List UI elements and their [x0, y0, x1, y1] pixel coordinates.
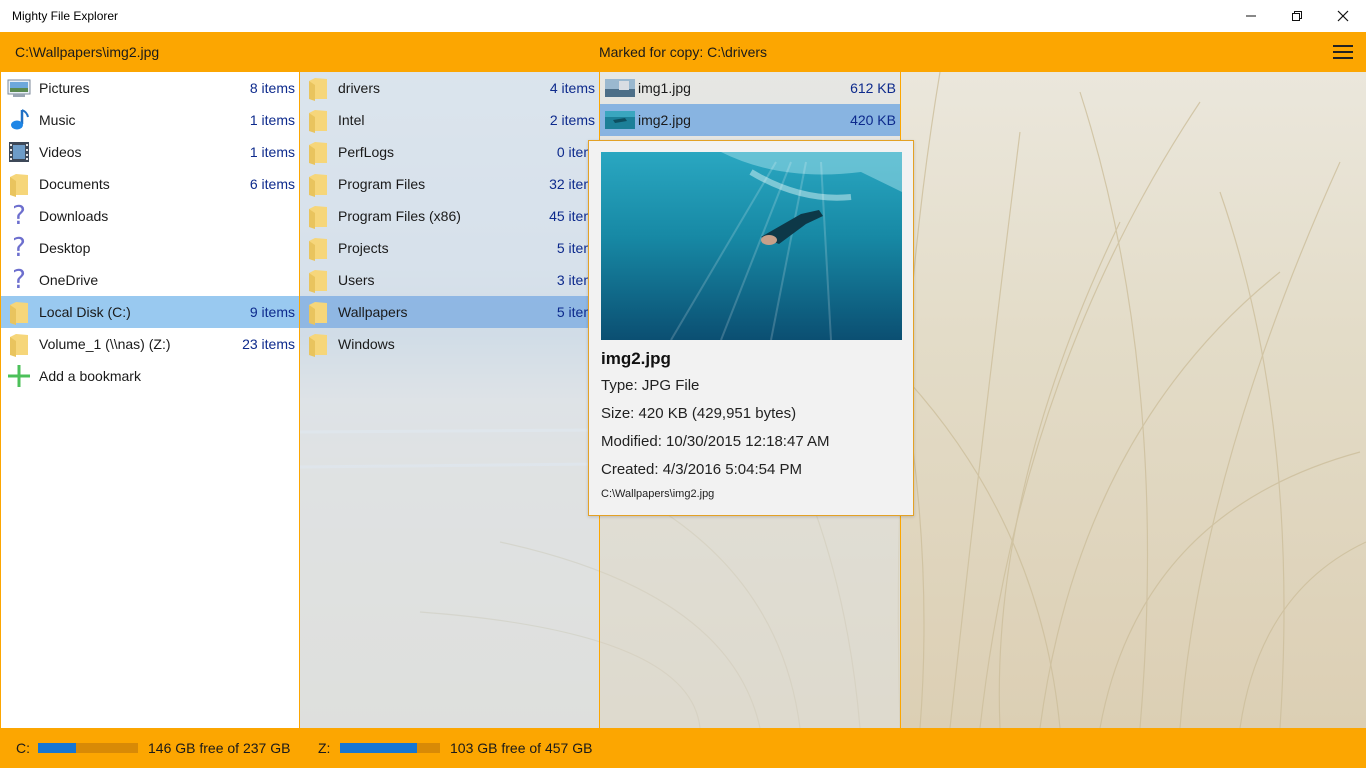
popup-file-name: img2.jpg — [601, 349, 671, 368]
music-icon — [6, 108, 32, 132]
folder-icon — [305, 300, 331, 325]
folder-item-windows[interactable]: Windows — [300, 328, 599, 360]
current-path: C:\Wallpapers\img2.jpg — [15, 44, 160, 60]
popup-created-date: Created: 4/3/2016 5:04:54 PM — [601, 461, 802, 478]
title-bar: Mighty File Explorer — [0, 0, 1366, 32]
question-icon: ? — [12, 201, 26, 231]
bookmark-item-documents[interactable]: Documents 6 items — [1, 168, 299, 200]
bookmark-item-pictures[interactable]: Pictures 8 items — [1, 72, 299, 104]
folder-icon — [6, 172, 32, 197]
folder-icon — [305, 76, 331, 101]
drive-label-z: Z: — [318, 740, 331, 756]
question-icon: ? — [12, 265, 26, 295]
folder-item-users[interactable]: Users 3 item — [300, 264, 599, 296]
folder-item-projects[interactable]: Projects 5 item — [300, 232, 599, 264]
drive-free-text-z: 103 GB free of 457 GB — [450, 740, 593, 756]
bookmarks-panel: Pictures 8 items Music 1 items Videos 1 … — [0, 72, 300, 728]
bookmark-item-videos[interactable]: Videos 1 items — [1, 136, 299, 168]
file-item-img2[interactable]: img2.jpg 420 KB — [600, 104, 900, 136]
drive-usage-bar-z — [340, 743, 440, 753]
image-thumbnail — [605, 79, 635, 97]
folder-icon — [305, 332, 331, 357]
folder-icon — [305, 236, 331, 261]
status-bar: C: 146 GB free of 237 GB Z: 103 GB free … — [0, 728, 1366, 768]
folder-icon — [305, 268, 331, 293]
file-item-img1[interactable]: img1.jpg 612 KB — [600, 72, 900, 104]
app-title: Mighty File Explorer — [12, 9, 119, 23]
folder-item-wallpapers[interactable]: Wallpapers 5 item — [300, 296, 599, 328]
popup-file-path: C:\Wallpapers\img2.jpg — [601, 488, 715, 500]
folder-item-drivers[interactable]: drivers 4 items — [300, 72, 599, 104]
header-bar: C:\Wallpapers\img2.jpg Marked for copy: … — [0, 32, 1366, 72]
restore-icon — [1292, 11, 1302, 21]
popup-file-size: Size: 420 KB (429,951 bytes) — [601, 405, 797, 422]
folder-icon — [305, 140, 331, 165]
bookmark-item-volume-1-z[interactable]: Volume_1 (\\nas) (Z:) 23 items — [1, 328, 299, 360]
bookmark-item-local-disk-c[interactable]: Local Disk (C:) 9 items — [1, 296, 299, 328]
marked-for-copy-status: Marked for copy: C:\drivers — [598, 44, 768, 60]
drive-label-c: C: — [16, 740, 30, 756]
popup-modified-date: Modified: 10/30/2015 12:18:47 AM — [601, 433, 830, 450]
minimize-button[interactable] — [1228, 0, 1274, 32]
add-bookmark-button[interactable]: Add a bookmark — [1, 360, 299, 392]
bookmark-item-music[interactable]: Music 1 items — [1, 104, 299, 136]
file-details-popup: img2.jpg Type: JPG File Size: 420 KB (42… — [588, 140, 914, 516]
pictures-icon — [6, 76, 32, 100]
folder-icon — [6, 332, 32, 357]
restore-button[interactable] — [1274, 0, 1320, 32]
bookmark-item-onedrive[interactable]: ? OneDrive — [1, 264, 299, 296]
menu-button[interactable] — [1330, 42, 1356, 62]
folder-icon — [305, 172, 331, 197]
image-thumbnail — [605, 111, 635, 129]
videos-icon — [6, 140, 32, 164]
folder-item-program-files-x86[interactable]: Program Files (x86) 45 item — [300, 200, 599, 232]
folder-icon — [305, 108, 331, 133]
popup-file-type: Type: JPG File — [601, 377, 700, 394]
folder-item-intel[interactable]: Intel 2 items — [300, 104, 599, 136]
folder-icon — [6, 300, 32, 325]
folder-icon — [305, 204, 331, 229]
drive-usage-bar-c — [38, 743, 138, 753]
plus-icon — [6, 364, 32, 388]
folders-panel: drivers 4 items Intel 2 items PerfLogs 0 item… — [300, 72, 600, 728]
drive-free-text-c: 146 GB free of 237 GB — [148, 740, 291, 756]
folder-item-perflogs[interactable]: PerfLogs 0 item — [300, 136, 599, 168]
hamburger-icon — [1333, 45, 1353, 47]
bookmark-item-downloads[interactable]: ? Downloads — [1, 200, 299, 232]
minimize-icon — [1246, 15, 1256, 17]
close-button[interactable] — [1320, 0, 1366, 32]
close-icon — [1337, 10, 1349, 22]
image-preview — [601, 152, 902, 340]
folder-item-program-files[interactable]: Program Files 32 item — [300, 168, 599, 200]
question-icon: ? — [12, 233, 26, 263]
bookmark-item-desktop[interactable]: ? Desktop — [1, 232, 299, 264]
